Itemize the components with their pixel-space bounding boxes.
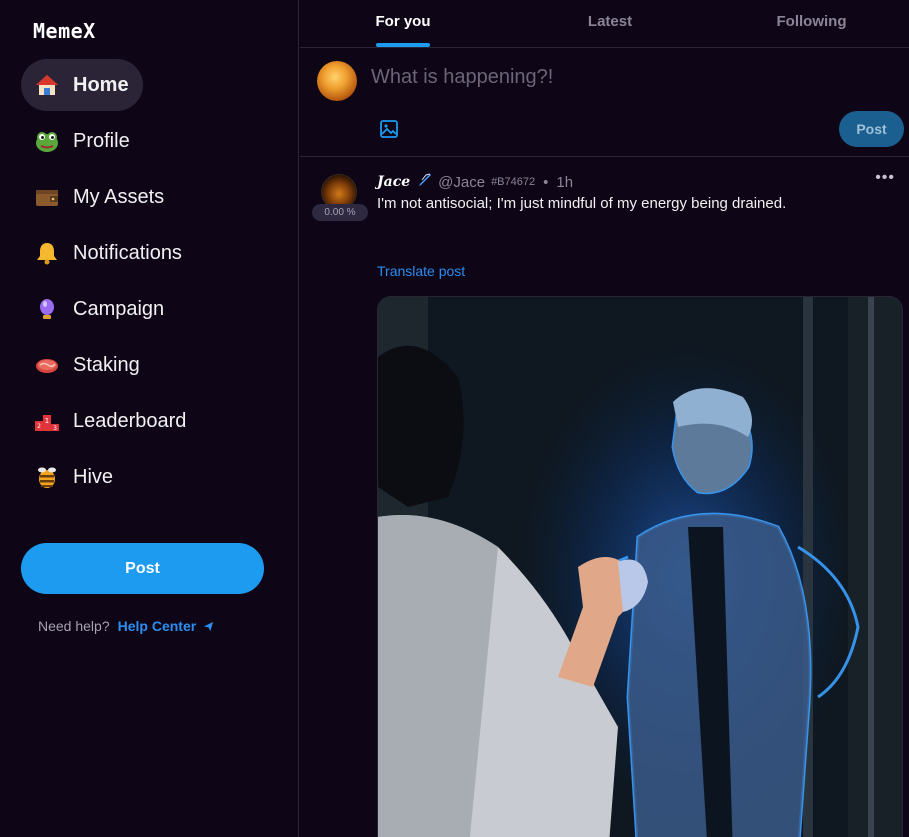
tab-following[interactable]: Following [714, 0, 909, 47]
tab-label: Latest [587, 13, 633, 30]
sidebar-post-button[interactable]: Post [21, 543, 264, 594]
help-question: Need help? [38, 618, 110, 634]
sidebar-item-label: Campaign [73, 297, 165, 320]
tab-label: For you [375, 13, 431, 30]
post-author-name[interactable]: Jace [377, 174, 410, 190]
sidebar-item-label: Staking [73, 353, 140, 376]
sidebar-item-label: Hive [73, 465, 114, 488]
memex-logo[interactable]: MemeX [33, 19, 96, 43]
bell-icon [33, 239, 61, 267]
bee-icon [33, 463, 61, 491]
sidebar-nav: Home Profile My Assets Notifications Cam… [21, 59, 281, 507]
help-row: Need help? Help Center [38, 618, 214, 634]
compose-input[interactable] [371, 63, 791, 91]
post-handle[interactable]: @Jace [438, 174, 485, 191]
sidebar-item-label: Notifications [73, 241, 182, 264]
tab-active-indicator [376, 43, 430, 47]
sidebar-item-home[interactable]: Home [21, 59, 143, 111]
avatar[interactable] [317, 61, 357, 101]
image-icon[interactable] [379, 119, 399, 139]
help-center-link[interactable]: Help Center [118, 618, 214, 634]
sidebar-item-hive[interactable]: Hive [21, 451, 127, 503]
help-center-label: Help Center [117, 618, 197, 634]
sidebar-item-label: My Assets [73, 185, 165, 208]
post-time: 1h [556, 173, 574, 191]
tab-latest[interactable]: Latest [506, 0, 714, 47]
podium-icon: 12 3 [33, 407, 61, 435]
more-options-icon[interactable]: ••• [875, 169, 895, 187]
svg-text:1: 1 [45, 417, 49, 425]
sidebar-item-my-assets[interactable]: My Assets [21, 171, 178, 223]
separator-dot: • [543, 173, 549, 191]
post-card[interactable]: 0.00 % Jace @Jace #B74672 • 1h ••• I'm n… [300, 157, 909, 837]
sidebar-item-notifications[interactable]: Notifications [21, 227, 196, 279]
compose-post-button[interactable]: Post [839, 111, 904, 147]
tab-for-you[interactable]: For you [300, 0, 506, 47]
post-composer: Post [300, 48, 909, 157]
frog-icon [33, 127, 61, 155]
steak-icon [33, 351, 61, 379]
post-image[interactable] [377, 296, 903, 837]
feed-tabs: For you Latest Following [300, 0, 909, 48]
sidebar-item-label: Home [73, 73, 129, 96]
wallet-icon [33, 183, 61, 211]
post-hash: #B74672 [491, 176, 536, 188]
percent-badge: 0.00 % [312, 204, 368, 221]
feather-icon [416, 172, 432, 192]
sidebar-item-campaign[interactable]: Campaign [21, 283, 178, 335]
sidebar-item-staking[interactable]: Staking [21, 339, 154, 391]
post-text: I'm not antisocial; I'm just mindful of … [377, 195, 787, 212]
main-feed: For you Latest Following Post 0.00 % Jac… [300, 0, 909, 837]
translate-post-link[interactable]: Translate post [377, 263, 465, 279]
sidebar-item-label: Profile [73, 129, 130, 152]
anime-mirror-illustration [378, 297, 902, 837]
send-icon [204, 621, 214, 632]
house-icon [33, 71, 61, 99]
sidebar-item-label: Leaderboard [73, 409, 187, 432]
sidebar: MemeX Home Profile My Assets Notificatio… [0, 0, 299, 837]
sidebar-item-profile[interactable]: Profile [21, 115, 144, 167]
sidebar-item-leaderboard[interactable]: 12 3 Leaderboard [21, 395, 200, 447]
svg-text:3: 3 [53, 425, 57, 432]
svg-text:2: 2 [37, 423, 41, 430]
crystal-icon [33, 295, 61, 323]
tab-label: Following [776, 13, 847, 30]
post-header: Jace @Jace #B74672 • 1h [377, 172, 573, 192]
